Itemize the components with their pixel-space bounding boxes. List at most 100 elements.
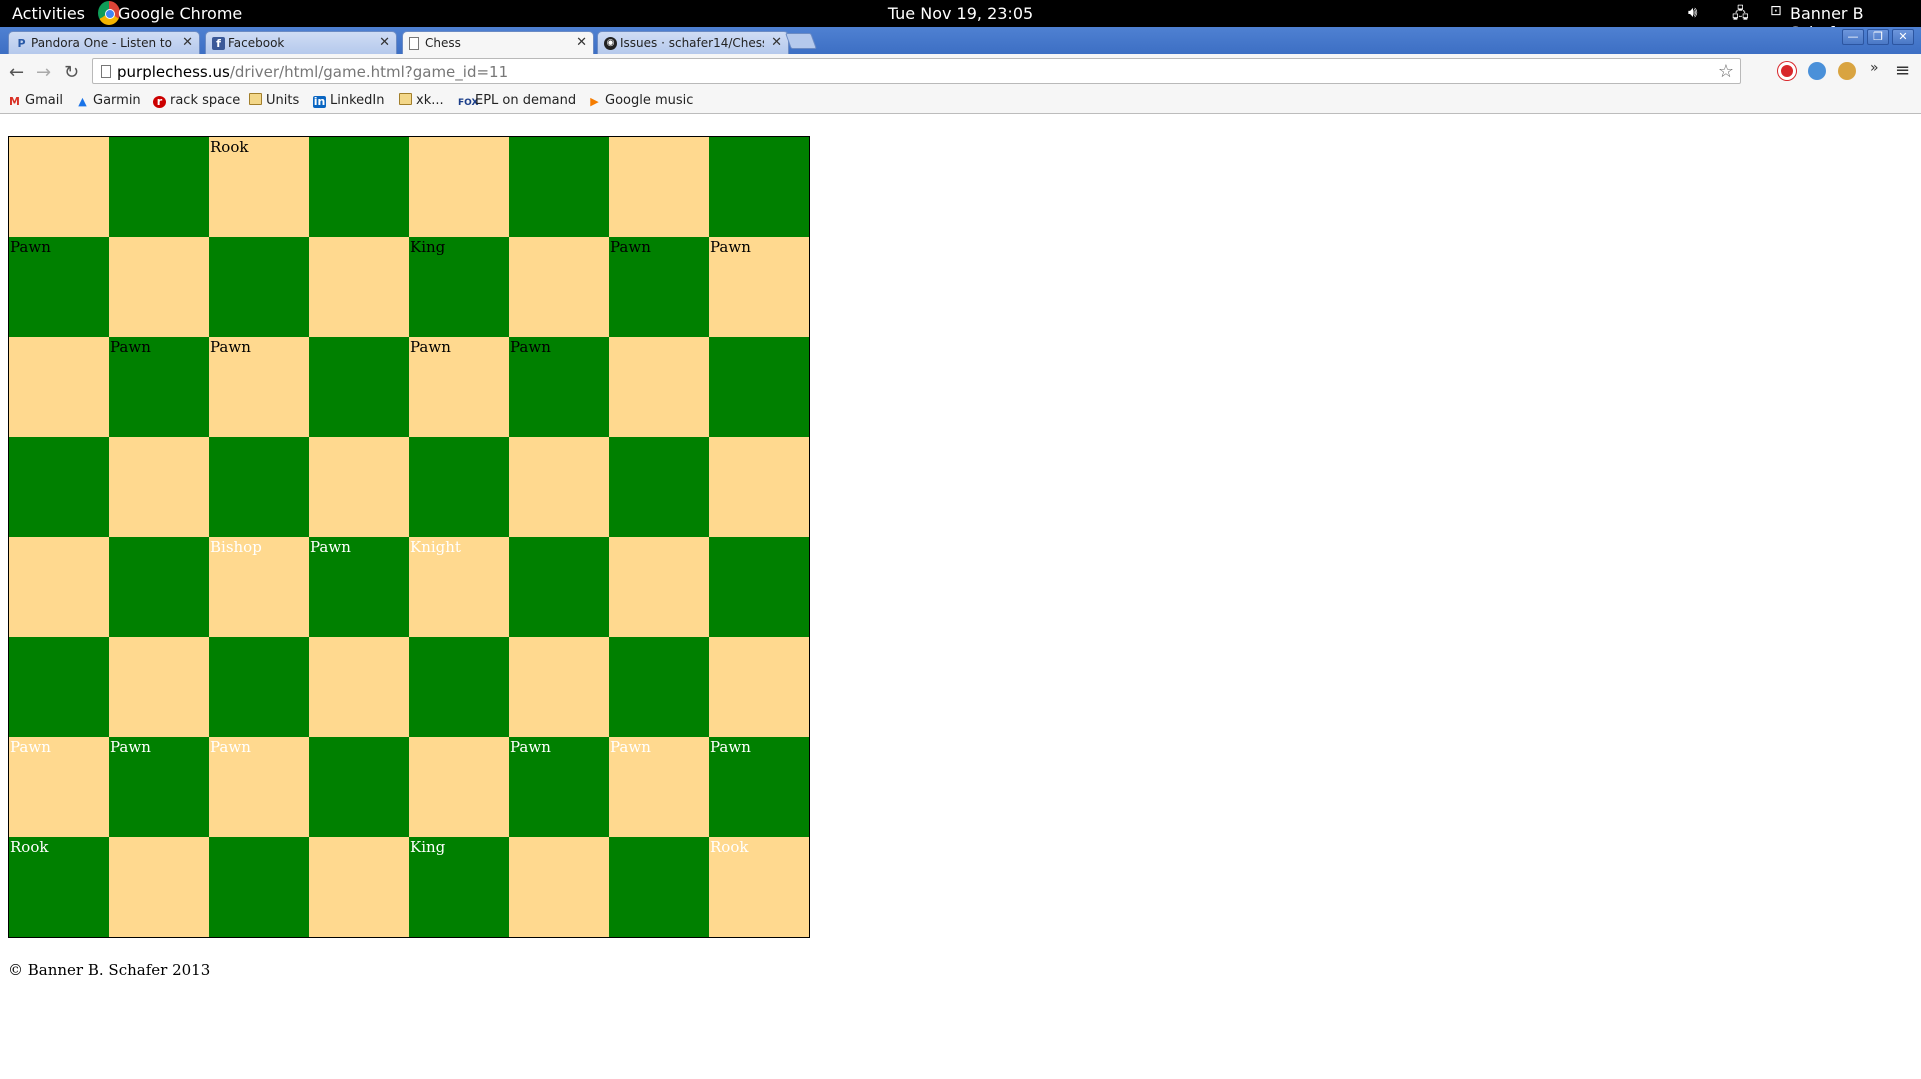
tab-github-issues[interactable]: ◉ Issues · schafer14/Chess ✕ [597, 31, 789, 54]
board-square[interactable]: Pawn [709, 737, 809, 837]
board-square[interactable] [709, 137, 809, 237]
board-square[interactable]: Rook [209, 137, 309, 237]
bookmark-gmail[interactable]: M Gmail [8, 93, 63, 108]
close-icon[interactable]: ✕ [182, 35, 193, 50]
back-icon[interactable]: ← [9, 62, 24, 83]
board-square[interactable]: Pawn [609, 737, 709, 837]
board-square[interactable] [309, 837, 409, 937]
board-square[interactable]: Pawn [309, 537, 409, 637]
board-square[interactable] [109, 537, 209, 637]
chess-piece-pawn[interactable]: Pawn [110, 338, 151, 356]
bookmark-folder-xk[interactable]: xk... [399, 93, 444, 108]
board-square[interactable] [309, 737, 409, 837]
board-square[interactable] [609, 137, 709, 237]
board-square[interactable]: Pawn [509, 337, 609, 437]
close-icon[interactable]: ✕ [379, 35, 390, 50]
board-square[interactable]: Pawn [209, 737, 309, 837]
board-square[interactable] [309, 137, 409, 237]
network-icon[interactable]: 🖧︎ [1732, 3, 1749, 28]
board-square[interactable] [609, 537, 709, 637]
chess-piece-pawn[interactable]: Pawn [310, 538, 351, 556]
board-square[interactable] [309, 437, 409, 537]
restore-button[interactable]: ❐ [1867, 29, 1889, 45]
board-square[interactable] [409, 137, 509, 237]
forward-icon[interactable]: → [36, 62, 51, 83]
chess-piece-rook[interactable]: Rook [710, 838, 748, 856]
chess-board[interactable]: Rook Pawn King Pawn Pawn Pawn Pawn Pawn Pawn Bish… [8, 136, 810, 938]
bookmark-star-icon[interactable]: ☆ [1718, 61, 1734, 82]
chess-piece-rook[interactable]: Rook [210, 138, 248, 156]
board-square[interactable] [309, 237, 409, 337]
chess-piece-pawn[interactable]: Pawn [710, 238, 751, 256]
cookie-icon[interactable] [1838, 62, 1856, 80]
board-square[interactable] [9, 137, 109, 237]
board-square[interactable] [9, 337, 109, 437]
board-square[interactable]: Pawn [709, 237, 809, 337]
board-square[interactable] [209, 637, 309, 737]
chess-piece-pawn[interactable]: Pawn [110, 738, 151, 756]
chess-piece-pawn[interactable]: Pawn [210, 738, 251, 756]
bookmark-epl[interactable]: FOXEPL on demand [458, 93, 576, 109]
board-square[interactable] [9, 437, 109, 537]
bookmark-folder-units[interactable]: Units [249, 93, 299, 108]
board-square[interactable] [109, 837, 209, 937]
board-square[interactable]: Pawn [209, 337, 309, 437]
board-square[interactable]: Pawn [109, 737, 209, 837]
board-square[interactable] [209, 237, 309, 337]
chess-piece-pawn[interactable]: Pawn [10, 738, 51, 756]
page-info-icon[interactable] [101, 65, 111, 78]
minimize-button[interactable]: — [1842, 29, 1864, 45]
board-square[interactable]: Rook [709, 837, 809, 937]
board-square[interactable] [709, 437, 809, 537]
reload-icon[interactable]: ↻ [64, 62, 79, 83]
board-square[interactable] [209, 837, 309, 937]
chess-piece-rook[interactable]: Rook [10, 838, 48, 856]
board-square[interactable]: Pawn [509, 737, 609, 837]
chess-piece-pawn[interactable]: Pawn [610, 238, 651, 256]
board-square[interactable] [509, 537, 609, 637]
tab-chess[interactable]: Chess ✕ [402, 31, 594, 55]
clock[interactable]: Tue Nov 19, 23:05 [0, 4, 1921, 23]
chess-piece-king[interactable]: King [410, 238, 445, 256]
bookmark-google-music[interactable]: ▶ Google music [588, 93, 693, 108]
chess-piece-bishop[interactable]: Bishop [210, 538, 262, 556]
board-square[interactable] [509, 237, 609, 337]
board-square[interactable] [509, 437, 609, 537]
board-square[interactable] [109, 437, 209, 537]
board-square[interactable] [409, 637, 509, 737]
chrome-menu-icon[interactable]: ≡ [1895, 60, 1910, 81]
url-text[interactable]: purplechess.us/driver/html/game.html?gam… [117, 63, 508, 81]
board-square[interactable] [209, 437, 309, 537]
chess-piece-king[interactable]: King [410, 838, 445, 856]
board-square[interactable]: King [409, 837, 509, 937]
board-square[interactable]: Bishop [209, 537, 309, 637]
bookmark-linkedin[interactable]: in LinkedIn [313, 93, 384, 108]
board-square[interactable] [109, 137, 209, 237]
chess-piece-pawn[interactable]: Pawn [10, 238, 51, 256]
board-square[interactable]: Pawn [9, 237, 109, 337]
board-square[interactable] [509, 137, 609, 237]
bookmark-rackspace[interactable]: r rack space [153, 93, 240, 108]
board-square[interactable]: Pawn [609, 237, 709, 337]
chess-piece-pawn[interactable]: Pawn [710, 738, 751, 756]
board-square[interactable] [109, 637, 209, 737]
chess-piece-pawn[interactable]: Pawn [610, 738, 651, 756]
chess-piece-pawn[interactable]: Pawn [510, 338, 551, 356]
extensions-overflow-icon[interactable]: » [1870, 60, 1879, 76]
tab-facebook[interactable]: f Facebook ✕ [205, 31, 397, 54]
close-icon[interactable]: ✕ [771, 35, 782, 50]
board-square[interactable]: Pawn [109, 337, 209, 437]
activities-button[interactable]: Activities [12, 4, 85, 23]
app-menu[interactable]: Google Chrome [118, 4, 242, 23]
chess-piece-pawn[interactable]: Pawn [410, 338, 451, 356]
board-square[interactable] [609, 437, 709, 537]
close-window-button[interactable]: ✕ [1892, 29, 1914, 45]
tab-pandora[interactable]: P Pandora One - Listen to P ✕ [8, 31, 200, 54]
board-square[interactable] [309, 637, 409, 737]
board-square[interactable] [509, 637, 609, 737]
board-square[interactable] [109, 237, 209, 337]
volume-icon[interactable]: 🔊︎ [1688, 3, 1697, 21]
board-square[interactable] [9, 537, 109, 637]
board-square[interactable] [709, 337, 809, 437]
close-icon[interactable]: ✕ [576, 35, 587, 50]
